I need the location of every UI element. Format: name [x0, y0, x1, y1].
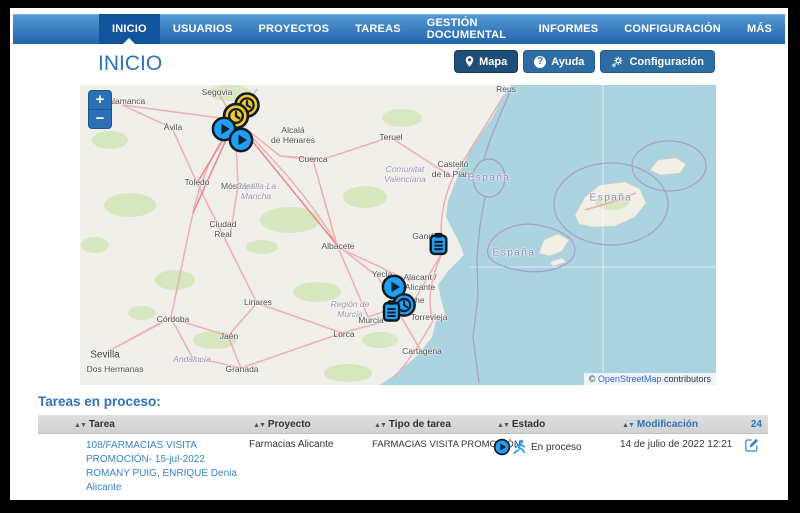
sort-icons[interactable]: ▲▼ — [622, 419, 635, 430]
openstreetmap-link[interactable]: OpenStreetMap — [598, 374, 662, 384]
column-label: Tarea — [88, 418, 115, 430]
nav-item-mas[interactable]: MÁS — [734, 14, 785, 44]
map[interactable]: Salamanca Segovia Ávila Alcalá de Henares Mó… — [80, 85, 716, 385]
status-label: En proceso — [531, 441, 582, 453]
map-label: España — [589, 192, 633, 204]
column-header-tipo-de-tarea[interactable]: ▲▼ Tipo de tarea — [360, 419, 490, 430]
column-header-tarea[interactable]: ▲▼ Tarea — [38, 419, 245, 430]
map-label: Teruel — [379, 132, 403, 143]
sort-desc-icon: ▼ — [379, 421, 387, 429]
map-label: Alcalá de Henares — [271, 125, 315, 145]
nav-item-usuarios[interactable]: USUARIOS — [160, 14, 246, 44]
map-button[interactable]: Mapa — [454, 50, 519, 73]
attribution-prefix: © — [588, 374, 598, 384]
column-header-estado[interactable]: ▲▼ Estado — [490, 419, 610, 430]
main-nav: INICIO USUARIOS PROYECTOS TAREAS GESTIÓN… — [13, 14, 785, 44]
nav-item-configuracion[interactable]: CONFIGURACIÓN — [611, 14, 734, 44]
help-button[interactable]: ? Ayuda — [523, 50, 596, 73]
sort-icons[interactable]: ▲▼ — [497, 419, 510, 430]
nav-item-tareas[interactable]: TAREAS — [342, 14, 414, 44]
zoom-in-button[interactable]: + — [89, 91, 111, 109]
map-label: España — [467, 172, 511, 184]
map-label: Dos Hermanas — [86, 364, 144, 375]
column-header-modificacion[interactable]: ▲▼ Modificación — [610, 419, 735, 430]
clipboard-marker[interactable] — [377, 297, 405, 325]
map-label: Albacete — [321, 241, 355, 252]
map-label: Linares — [244, 297, 272, 308]
app-window: INICIO USUARIOS PROYECTOS TAREAS GESTIÓN… — [10, 8, 788, 500]
map-label: Castilla-La Mancha — [235, 181, 277, 201]
map-label: Cartagena — [402, 346, 442, 357]
map-label: Córdoba — [156, 314, 190, 325]
settings-button[interactable]: Configuración — [600, 50, 715, 73]
clipboard-marker[interactable] — [424, 230, 453, 259]
map-label: Segovia — [201, 87, 233, 98]
map-label: Comunitat Valenciana — [384, 164, 426, 184]
column-label: Estado — [511, 418, 546, 430]
status-icon — [493, 438, 526, 456]
edit-icon[interactable] — [745, 438, 759, 452]
map-label: Andalucía — [173, 354, 211, 365]
column-label: Proyecto — [267, 418, 311, 430]
sort-icons[interactable]: ▲▼ — [253, 419, 266, 430]
column-header-proyecto[interactable]: ▲▼ Proyecto — [245, 419, 360, 430]
map-label: Reus — [496, 85, 516, 95]
map-label: Lorca — [333, 329, 355, 340]
tasks-table: ▲▼ Tarea ▲▼ Proyecto ▲▼ Tipo de tarea ▲▼ Est… — [38, 415, 768, 500]
nav-item-informes[interactable]: INFORMES — [526, 14, 612, 44]
task-link[interactable]: 108/FARMACIAS VISITA PROMOCIÓN- 15-jul-2… — [86, 439, 237, 495]
sort-desc-icon: ▼ — [79, 421, 87, 429]
tasks-table-header: ▲▼ Tarea ▲▼ Proyecto ▲▼ Tipo de tarea ▲▼ Est… — [38, 415, 768, 434]
map-label: Toledo — [184, 177, 210, 188]
tasks-heading: Tareas en proceso: — [38, 394, 161, 409]
settings-button-label: Configuración — [629, 55, 704, 68]
map-pin-icon — [465, 55, 474, 68]
play-marker[interactable] — [228, 127, 255, 154]
help-icon: ? — [534, 55, 547, 68]
map-label: Ávila — [163, 122, 183, 133]
column-label: Modificación — [636, 418, 698, 430]
column-label: Tipo de tarea — [388, 418, 451, 430]
project-cell: Farmacias Alicante — [249, 439, 334, 450]
sort-desc-icon: ▼ — [502, 421, 510, 429]
sort-icons[interactable]: ▲▼ — [374, 419, 387, 430]
table-row: 108/FARMACIAS VISITA PROMOCIÓN- 15-jul-2… — [38, 434, 768, 500]
map-overlay: Salamanca Segovia Ávila Alcalá de Henares Mó… — [80, 85, 716, 385]
toolbar: Mapa ? Ayuda Configuración — [454, 50, 715, 73]
map-label: Cuenca — [298, 154, 328, 165]
row-count-badge: 24 — [750, 418, 762, 430]
sort-desc-icon: ▼ — [627, 421, 635, 429]
modified-cell: 14 de julio de 2022 12:21 — [620, 439, 733, 450]
nav-item-proyectos[interactable]: PROYECTOS — [245, 14, 342, 44]
map-label: España — [492, 247, 536, 259]
attribution-suffix: contributors — [661, 374, 711, 384]
sort-icons[interactable]: ▲▼ — [74, 419, 87, 430]
help-button-label: Ayuda — [551, 55, 585, 68]
map-label: Jaén — [219, 331, 239, 342]
map-label: Ciudad Real — [209, 219, 237, 239]
map-attribution: © OpenStreetMap contributors — [583, 373, 716, 385]
task-type-cell: FARMACIAS VISITA PROMOCIÓN — [372, 439, 521, 450]
nav-item-gestion-documental[interactable]: GESTIÓN DOCUMENTAL — [414, 14, 526, 44]
status-cell: En proceso — [493, 438, 608, 456]
map-label: Sevilla — [90, 349, 120, 361]
map-label: Alacant / Alicante — [403, 272, 437, 292]
nav-item-inicio[interactable]: INICIO — [99, 14, 160, 44]
gears-icon — [611, 55, 624, 68]
map-zoom-control: + − — [88, 90, 112, 129]
sort-desc-icon: ▼ — [258, 421, 266, 429]
zoom-out-button[interactable]: − — [89, 109, 111, 128]
map-button-label: Mapa — [479, 55, 508, 68]
page-title: INICIO — [98, 52, 163, 75]
map-label: Granada — [225, 364, 259, 375]
